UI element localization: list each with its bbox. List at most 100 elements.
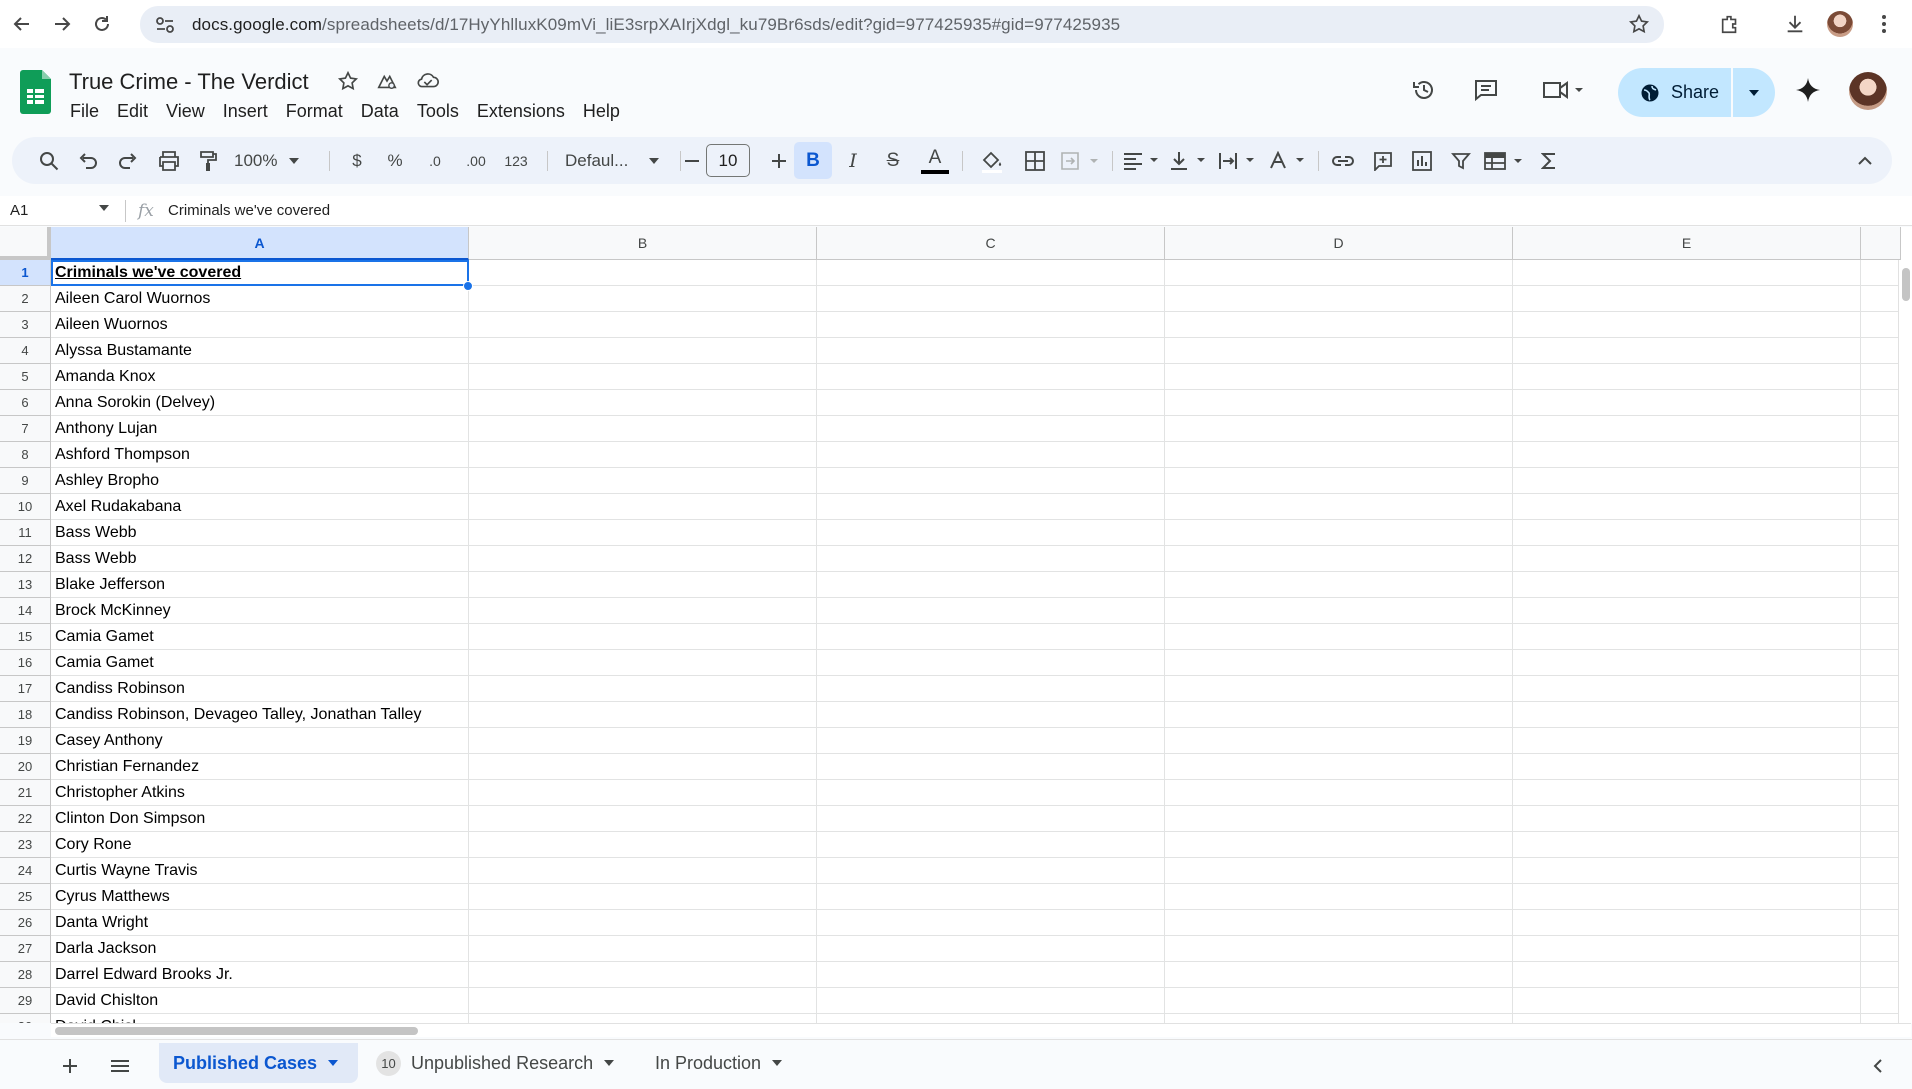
row-header[interactable]: 10 bbox=[0, 494, 51, 520]
cell[interactable] bbox=[1165, 546, 1513, 572]
column-header-e[interactable]: E bbox=[1513, 227, 1861, 260]
cell[interactable] bbox=[1165, 260, 1513, 286]
cell-a[interactable]: Criminals we've covered bbox=[51, 260, 469, 286]
cell-a[interactable]: Bass Webb bbox=[51, 520, 469, 546]
add-sheet-icon[interactable] bbox=[52, 1048, 88, 1084]
cell-a[interactable]: Cory Rone bbox=[51, 832, 469, 858]
cell[interactable] bbox=[469, 338, 817, 364]
cell[interactable] bbox=[469, 702, 817, 728]
cell[interactable] bbox=[1165, 520, 1513, 546]
row-header[interactable]: 23 bbox=[0, 832, 51, 858]
cell[interactable] bbox=[1861, 338, 1901, 364]
cell[interactable] bbox=[469, 806, 817, 832]
comments-icon[interactable] bbox=[1466, 70, 1506, 110]
row-header[interactable]: 8 bbox=[0, 442, 51, 468]
column-header-c[interactable]: C bbox=[817, 227, 1165, 260]
cell[interactable] bbox=[817, 962, 1165, 988]
document-title[interactable]: True Crime - The Verdict bbox=[69, 69, 309, 95]
cell[interactable] bbox=[1513, 832, 1861, 858]
cell[interactable] bbox=[1165, 806, 1513, 832]
cell[interactable] bbox=[817, 650, 1165, 676]
row-header[interactable]: 11 bbox=[0, 520, 51, 546]
currency-format-button[interactable]: $ bbox=[345, 145, 369, 177]
cell-a[interactable]: Amanda Knox bbox=[51, 364, 469, 390]
cell-a[interactable]: Camia Gamet bbox=[51, 650, 469, 676]
cell[interactable] bbox=[1861, 1014, 1901, 1023]
cell-a[interactable]: Anna Sorokin (Delvey) bbox=[51, 390, 469, 416]
italic-button[interactable]: I bbox=[838, 145, 868, 177]
explore-collapse-icon[interactable] bbox=[1860, 1048, 1896, 1084]
sheet-tab-published-cases[interactable]: Published Cases bbox=[159, 1043, 358, 1083]
cell[interactable] bbox=[1165, 650, 1513, 676]
menu-edit[interactable]: Edit bbox=[108, 99, 157, 124]
row-header[interactable]: 5 bbox=[0, 364, 51, 390]
row-header[interactable]: 7 bbox=[0, 416, 51, 442]
browser-menu-icon[interactable] bbox=[1864, 4, 1904, 44]
cell[interactable] bbox=[817, 286, 1165, 312]
tab-dropdown-icon[interactable] bbox=[327, 1059, 339, 1067]
sheet-tab-in-production[interactable]: In Production bbox=[641, 1043, 797, 1083]
cell[interactable] bbox=[1165, 338, 1513, 364]
cell[interactable] bbox=[1861, 442, 1901, 468]
cell[interactable] bbox=[1861, 728, 1901, 754]
fill-handle[interactable] bbox=[463, 281, 473, 291]
cell[interactable] bbox=[1861, 936, 1901, 962]
cell[interactable] bbox=[469, 650, 817, 676]
cell[interactable] bbox=[1513, 910, 1861, 936]
cell[interactable] bbox=[1513, 286, 1861, 312]
cell[interactable] bbox=[817, 780, 1165, 806]
cell-a[interactable]: Ashley Bropho bbox=[51, 468, 469, 494]
cell[interactable] bbox=[817, 806, 1165, 832]
decrease-font-size-icon[interactable] bbox=[679, 145, 705, 177]
cell[interactable] bbox=[817, 546, 1165, 572]
cell[interactable] bbox=[469, 572, 817, 598]
cell[interactable] bbox=[1513, 806, 1861, 832]
account-avatar[interactable] bbox=[1849, 72, 1887, 110]
cell[interactable] bbox=[469, 962, 817, 988]
percent-format-button[interactable]: % bbox=[383, 145, 407, 177]
cell[interactable] bbox=[1861, 260, 1901, 286]
cell[interactable] bbox=[1513, 780, 1861, 806]
cell[interactable] bbox=[469, 442, 817, 468]
row-header[interactable]: 21 bbox=[0, 780, 51, 806]
increase-decimal-button[interactable]: .00 bbox=[459, 145, 493, 177]
cell[interactable] bbox=[1861, 286, 1901, 312]
cell[interactable] bbox=[817, 754, 1165, 780]
row-header[interactable]: 14 bbox=[0, 598, 51, 624]
cell[interactable] bbox=[1861, 962, 1901, 988]
row-header[interactable]: 24 bbox=[0, 858, 51, 884]
cell[interactable] bbox=[469, 416, 817, 442]
cell[interactable] bbox=[1861, 598, 1901, 624]
cell[interactable] bbox=[469, 858, 817, 884]
cell[interactable] bbox=[1861, 468, 1901, 494]
cell[interactable] bbox=[1861, 650, 1901, 676]
cell[interactable] bbox=[1165, 832, 1513, 858]
cell[interactable] bbox=[817, 988, 1165, 1014]
cell[interactable] bbox=[469, 780, 817, 806]
cell[interactable] bbox=[1513, 546, 1861, 572]
menu-extensions[interactable]: Extensions bbox=[468, 99, 574, 124]
column-header-d[interactable]: D bbox=[1165, 227, 1513, 260]
vertical-scroll-thumb[interactable] bbox=[1902, 268, 1910, 301]
sheet-tab-unpublished-research[interactable]: 10 Unpublished Research bbox=[362, 1043, 629, 1083]
cell[interactable] bbox=[469, 936, 817, 962]
row-header[interactable]: 29 bbox=[0, 988, 51, 1014]
cell[interactable] bbox=[817, 468, 1165, 494]
cell[interactable] bbox=[1861, 702, 1901, 728]
cell[interactable] bbox=[817, 338, 1165, 364]
formula-input[interactable]: Criminals we've covered bbox=[168, 202, 330, 219]
cell-a[interactable]: Brock McKinney bbox=[51, 598, 469, 624]
cell[interactable] bbox=[1861, 780, 1901, 806]
cell-a[interactable]: Casey Anthony bbox=[51, 728, 469, 754]
extensions-puzzle-icon[interactable] bbox=[1710, 4, 1750, 44]
cell[interactable] bbox=[817, 260, 1165, 286]
row-header[interactable]: 4 bbox=[0, 338, 51, 364]
filter-icon[interactable] bbox=[1446, 145, 1476, 177]
cell[interactable] bbox=[817, 598, 1165, 624]
row-header[interactable]: 18 bbox=[0, 702, 51, 728]
cell[interactable] bbox=[469, 286, 817, 312]
cell-a[interactable]: Aileen Carol Wuornos bbox=[51, 286, 469, 312]
cell[interactable] bbox=[469, 520, 817, 546]
cell[interactable] bbox=[817, 572, 1165, 598]
cell[interactable] bbox=[469, 390, 817, 416]
